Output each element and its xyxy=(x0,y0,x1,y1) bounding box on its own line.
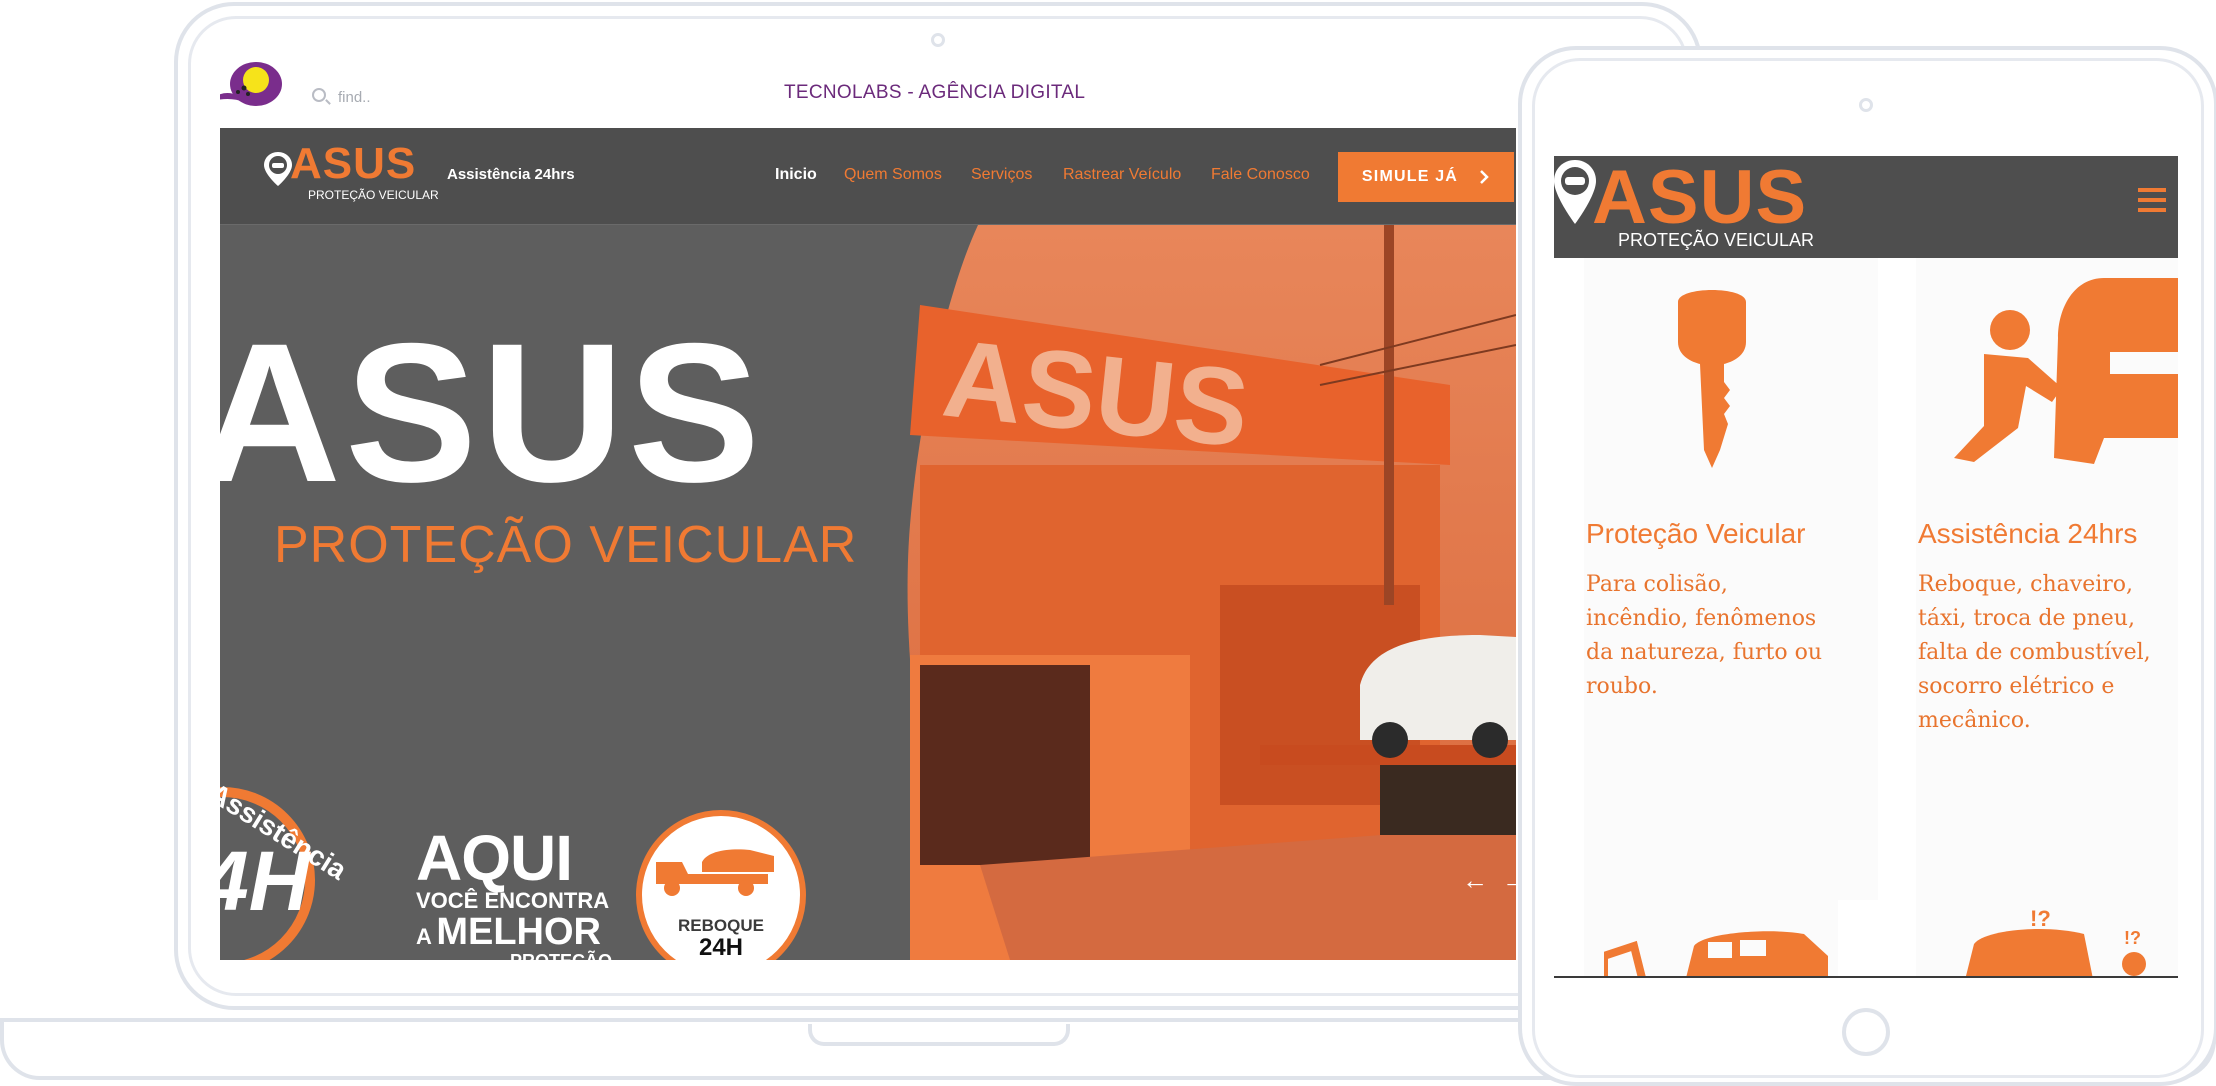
site-logo[interactable]: ASUS xyxy=(290,142,416,186)
tow-truck-icon xyxy=(656,849,774,896)
car-crash-icon: !? !? xyxy=(1965,906,2146,978)
reboque-24h-label: 24H xyxy=(698,934,744,960)
slider-prev-arrow[interactable]: ← xyxy=(1462,865,1488,896)
svg-text:!?: !? xyxy=(2030,906,2051,931)
nav-fale-conosco[interactable]: Fale Conosco xyxy=(1211,166,1310,184)
site-logo-tagline: PROTEÇÃO VEICULAR xyxy=(308,188,439,202)
nav-rastrear-veiculo[interactable]: Rastrear Veículo xyxy=(1063,166,1181,184)
svg-text:!?: !? xyxy=(2124,928,2141,948)
tablet-site-header: ASUS PROTEÇÃO VEICULAR xyxy=(1554,156,2178,258)
laptop-notch xyxy=(808,1024,1070,1046)
tablet-camera xyxy=(1859,98,1873,112)
hero-slider: ASUS PROTEÇÃO VEICULAR ASUS PROTEÇÃO VEI… xyxy=(220,225,1516,960)
aqui-line-1: VOCÊ ENCONTRA xyxy=(416,888,610,913)
tecnolabs-logo-icon[interactable] xyxy=(220,60,290,114)
roadside-assistance-icon xyxy=(1954,278,2178,464)
service-card-text: Reboque, chaveiro, táxi, troca de pneu, … xyxy=(1918,572,2151,733)
hamburger-icon[interactable] xyxy=(2138,188,2168,218)
aqui-slogan: AQUI VOCÊ ENCONTRA A MELHOR PROTEÇÃO xyxy=(416,822,612,960)
map-pin-car-icon xyxy=(1554,160,1596,224)
tablet-site-logo[interactable]: ASUS xyxy=(1592,160,1807,236)
aqui-line-2-main: MELHOR xyxy=(436,911,601,953)
hero-subtitle: PROTEÇÃO VEICULAR xyxy=(274,516,858,574)
tablet-screen: ASUS PROTEÇÃO VEICULAR Proteção Veicular… xyxy=(1554,156,2178,978)
reboque-label: REBOQUE xyxy=(678,916,764,935)
nav-inicio[interactable]: Inicio xyxy=(775,166,817,184)
search-icon[interactable] xyxy=(312,88,326,102)
reboque-24h-badge: REBOQUE 24H xyxy=(636,810,806,960)
nav-servicos[interactable]: Serviços xyxy=(971,166,1032,184)
nav-quem-somos[interactable]: Quem Somos xyxy=(844,166,942,184)
simule-ja-label: SIMULE JÁ xyxy=(1361,168,1459,185)
service-card-text: Para colisão, incêndio, fenômenos da nat… xyxy=(1586,572,1823,699)
laptop-screen: TECNOLABS - AGÊNCIA DIGITAL ASUS PROTEÇÃ… xyxy=(220,60,1516,960)
aqui-heading: AQUI xyxy=(416,822,573,894)
service-card-title: Assistência 24hrs xyxy=(1918,518,2138,549)
tablet-logo-tagline: PROTEÇÃO VEICULAR xyxy=(1618,230,1815,250)
tablet-home-button xyxy=(1842,1008,1890,1056)
agency-title: TECNOLABS - AGÊNCIA DIGITAL xyxy=(784,82,1086,103)
simule-ja-button[interactable]: SIMULE JÁ xyxy=(1338,152,1514,202)
site-header: ASUS PROTEÇÃO VEICULAR Assistência 24hrs… xyxy=(220,128,1516,225)
laptop-camera xyxy=(931,33,945,47)
tablet-bottom-edge xyxy=(1554,976,2178,978)
key-icon xyxy=(1678,290,1746,468)
aqui-line-2-prefix: A xyxy=(416,924,432,949)
slider-next-arrow[interactable]: → xyxy=(1502,865,1516,896)
map-pin-car-icon xyxy=(264,152,292,186)
chevron-right-icon xyxy=(1480,170,1489,184)
service-card-title: Proteção Veicular xyxy=(1586,518,1806,549)
hero-brand-text: ASUS xyxy=(220,302,765,523)
agency-topbar: TECNOLABS - AGÊNCIA DIGITAL xyxy=(220,60,1516,128)
tow-truck-icon xyxy=(1604,931,1828,978)
search-input[interactable] xyxy=(336,84,540,110)
header-assistance-label: Assistência 24hrs xyxy=(447,166,575,183)
